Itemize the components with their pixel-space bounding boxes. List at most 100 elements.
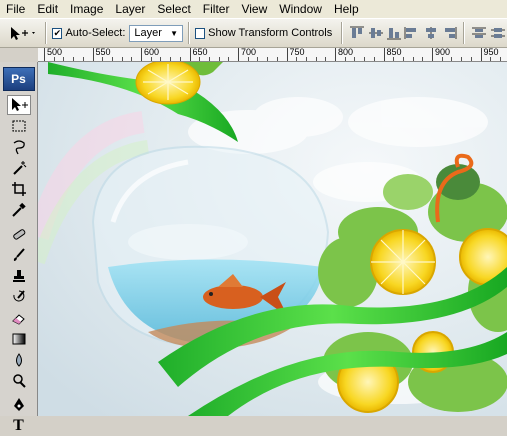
photoshop-logo: Ps — [2, 67, 35, 91]
auto-select-checkbox[interactable]: ✔ — [52, 27, 63, 39]
lasso-tool-icon — [13, 140, 25, 155]
menu-filter[interactable]: Filter — [197, 0, 236, 18]
artwork — [38, 62, 507, 416]
menu-window[interactable]: Window — [273, 0, 328, 18]
ruler-tick — [499, 57, 501, 61]
pen-tool[interactable] — [7, 395, 31, 415]
menu-layer[interactable]: Layer — [109, 0, 151, 18]
crop-tool[interactable] — [7, 179, 31, 199]
ruler-tick — [247, 57, 249, 61]
align-top-button[interactable] — [349, 24, 365, 42]
brush-tool[interactable] — [7, 245, 31, 265]
align-left-button[interactable] — [404, 24, 420, 42]
ruler-tick — [422, 57, 424, 61]
move-tool-icon — [11, 27, 36, 40]
move-tool-icon — [11, 98, 28, 111]
align-top-icon — [350, 26, 365, 38]
document-canvas[interactable] — [38, 62, 507, 416]
auto-select-label: Auto-Select: — [65, 27, 126, 39]
ruler-tick — [102, 57, 104, 61]
ruler-tick — [199, 57, 201, 61]
ruler-tick — [402, 57, 404, 61]
chevron-down-icon: ▼ — [170, 28, 179, 38]
clone-stamp-tool[interactable] — [7, 266, 31, 286]
ruler-tick — [160, 57, 162, 61]
dodge-icon — [12, 374, 26, 388]
type-tool-icon: T — [13, 417, 24, 434]
ruler-tick — [276, 57, 278, 61]
align-vertical-center-button[interactable] — [368, 24, 384, 42]
ruler-tick — [111, 57, 113, 61]
ruler-tick — [131, 57, 133, 61]
brush-tool-icon — [13, 248, 25, 261]
separator — [341, 22, 344, 44]
ruler-tick — [373, 57, 375, 61]
ruler-tick — [354, 57, 356, 61]
menu-file[interactable]: File — [0, 0, 31, 18]
ruler-tick — [82, 57, 84, 61]
healing-brush-tool[interactable] — [7, 224, 31, 244]
ruler-tick — [344, 57, 346, 61]
ruler-tick — [267, 57, 269, 61]
menu-help[interactable]: Help — [328, 0, 365, 18]
stamp-icon — [12, 270, 25, 282]
crop-tool-icon — [11, 182, 26, 196]
eyedropper-tool[interactable] — [7, 200, 31, 220]
menu-view[interactable]: View — [235, 0, 273, 18]
ruler-tick — [296, 57, 298, 61]
auto-select-value: Layer — [134, 27, 162, 39]
distribute-center-button[interactable] — [490, 24, 506, 42]
ruler-tick — [305, 57, 307, 61]
toolbox: Ps T — [0, 62, 38, 434]
align-bottom-button[interactable] — [386, 24, 402, 42]
marquee-tool-icon — [12, 120, 25, 132]
blur-drop-icon — [15, 353, 22, 367]
auto-select-dropdown[interactable]: Layer ▼ — [129, 24, 184, 42]
history-brush-tool[interactable] — [7, 287, 31, 307]
separator — [45, 22, 48, 44]
ruler-tick — [170, 57, 172, 61]
align-left-icon — [404, 27, 417, 39]
tool-preset-picker[interactable] — [4, 21, 40, 45]
menu-select[interactable]: Select — [151, 0, 196, 18]
ruler-tick — [412, 57, 414, 61]
eraser-tool[interactable] — [7, 308, 31, 328]
ruler-tick — [53, 57, 55, 61]
menu-edit[interactable]: Edit — [31, 0, 64, 18]
align-right-icon — [445, 27, 457, 39]
show-transform-checkbox[interactable] — [194, 27, 206, 39]
separator — [463, 22, 466, 44]
horizontal-ruler[interactable]: 5005506006507007508008509009501000 — [38, 48, 507, 62]
menu-bar: File Edit Image Layer Select Filter View Window… — [0, 0, 507, 18]
bandage-icon — [12, 229, 25, 240]
ruler-tick — [393, 57, 395, 61]
ruler-tick — [441, 57, 443, 61]
marquee-tool[interactable] — [7, 116, 31, 136]
history-brush-icon — [12, 290, 25, 302]
distribute-top-icon — [472, 27, 487, 38]
blur-tool[interactable] — [7, 350, 31, 370]
dodge-tool[interactable] — [7, 371, 31, 391]
move-tool[interactable] — [6, 95, 31, 115]
align-vertical-center-icon — [368, 28, 383, 38]
gradient-icon — [12, 333, 25, 345]
distribute-top-button[interactable] — [471, 24, 487, 42]
ruler-tick — [63, 57, 65, 61]
eraser-icon — [11, 314, 25, 325]
menu-image[interactable]: Image — [64, 0, 109, 18]
align-right-button[interactable] — [441, 24, 457, 42]
ruler-tick — [315, 57, 317, 61]
gradient-tool[interactable] — [7, 329, 31, 349]
distribute-center-icon — [490, 28, 505, 38]
type-tool[interactable]: T — [7, 416, 31, 436]
align-horizontal-center-icon — [425, 27, 436, 39]
magic-wand-tool[interactable] — [7, 158, 31, 178]
ruler-tick — [150, 57, 152, 61]
ruler-tick — [490, 57, 492, 61]
options-bar: ✔ Auto-Select: Layer ▼ Show Transform Co… — [0, 18, 507, 48]
align-horizontal-center-button[interactable] — [423, 24, 439, 42]
lasso-tool[interactable] — [7, 137, 31, 157]
ruler-tick — [461, 57, 463, 61]
show-transform-label: Show Transform Controls — [208, 27, 333, 39]
eyedropper-tool-icon — [11, 202, 26, 217]
